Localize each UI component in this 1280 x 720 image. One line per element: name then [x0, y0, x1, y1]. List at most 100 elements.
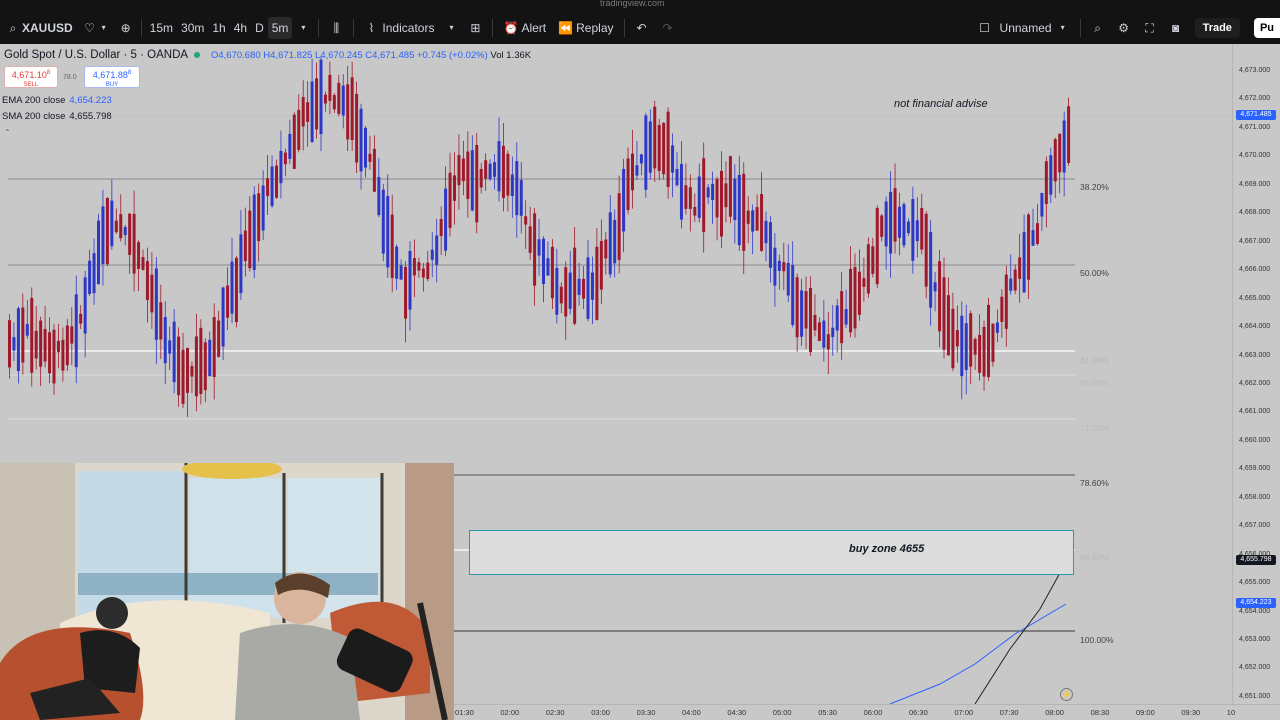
candle-body [283, 152, 287, 165]
candle-body [21, 307, 25, 363]
candle-body [350, 77, 354, 141]
indicators-dropdown[interactable]: ▾ [440, 12, 462, 44]
sma-indicator[interactable]: SMA 200 close 4,655.798 [2, 111, 112, 122]
candle-body [364, 127, 367, 168]
candle-body [217, 320, 221, 357]
candle-body [911, 199, 915, 261]
candle-body [270, 166, 274, 206]
replay-label: Replay [576, 21, 614, 35]
redo-button[interactable]: ↷ [655, 12, 681, 44]
candle-body [751, 210, 755, 232]
compare-button[interactable]: ♡ ▾ [79, 12, 115, 44]
interval-4h[interactable]: 4h [230, 12, 251, 44]
price-scale-label: 4,669.000 [1239, 180, 1271, 188]
candle-body [444, 188, 448, 251]
candle-body [346, 84, 350, 140]
candle-body [777, 260, 781, 271]
candle-body [461, 158, 465, 182]
note-annotation[interactable]: not financial advise [894, 98, 988, 110]
time-scale-label: 03:30 [636, 708, 656, 717]
candle-body [74, 294, 78, 368]
symbol-search[interactable]: ⌕ XAUUSD [0, 12, 79, 44]
candle-body [706, 187, 710, 198]
candle-body [493, 162, 497, 177]
publish-button[interactable]: Pu [1253, 18, 1280, 38]
interval-30m[interactable]: 30m [177, 12, 208, 44]
settings-button[interactable]: ⚙ [1111, 12, 1137, 44]
time-scale-label: 05:30 [818, 708, 837, 717]
candle-body [501, 145, 505, 199]
candle-body [190, 366, 194, 377]
layout-button[interactable]: ☐ Unnamed ▾ [972, 12, 1076, 44]
alert-button[interactable]: ⏰ Alert [497, 12, 552, 44]
bolt-icon[interactable]: ⚡ [1060, 688, 1073, 701]
candle-body [266, 178, 270, 197]
interval-dropdown[interactable]: ▾ [292, 12, 314, 44]
chevron-down-icon: ▾ [1060, 23, 1065, 32]
fib-label-71: 71.00% [1080, 423, 1109, 433]
candle-body [230, 261, 234, 314]
candle-body [408, 250, 412, 310]
ema-indicator[interactable]: EMA 200 close 4,654.223 [2, 95, 112, 106]
price-scale-label: 4,660.000 [1239, 436, 1271, 444]
candle-body [439, 218, 443, 237]
time-scale-label: 02:00 [500, 708, 520, 717]
candle-body [65, 325, 69, 366]
candle-body [857, 271, 861, 315]
replay-button[interactable]: ⏪ Replay [552, 12, 619, 44]
candle-body [902, 204, 906, 246]
indicators-button[interactable]: ⌇ Indicators [358, 12, 440, 44]
candle-body [372, 148, 376, 192]
undo-button[interactable]: ↶ [629, 12, 655, 44]
interval-15m[interactable]: 15m [146, 12, 177, 44]
market-open-dot [194, 52, 201, 58]
candle-body [25, 324, 29, 336]
sell-label: SELL [23, 82, 39, 88]
templates-button[interactable]: ⊞ [462, 12, 488, 44]
sell-button[interactable]: 4,671.108 SELL [4, 66, 58, 88]
candle-body [982, 326, 986, 377]
add-symbol-button[interactable]: ⊕ [115, 12, 137, 44]
interval-5m[interactable]: 5m [267, 17, 293, 39]
candle-body [239, 234, 243, 294]
candle-body [809, 288, 812, 353]
quick-search-button[interactable]: ⌕ [1085, 12, 1111, 44]
candle-body [635, 165, 639, 176]
sma-price-tag: 4,655.798 [1236, 555, 1276, 565]
trade-button[interactable]: Trade [1189, 12, 1246, 44]
interval-d[interactable]: D [251, 12, 268, 44]
candle-body [991, 323, 995, 362]
webcam-overlay [0, 463, 454, 720]
candle-body [528, 226, 532, 253]
candle-body [479, 169, 483, 188]
candle-body [137, 242, 141, 269]
snapshot-button[interactable]: ◙ [1163, 12, 1189, 44]
price-scale-label: 4,668.000 [1239, 209, 1271, 217]
time-scale-label: 06:30 [909, 708, 928, 717]
candle-body [101, 206, 105, 264]
interval-1h[interactable]: 1h [208, 12, 229, 44]
ohlc-values: O4,670.680 H4,671.825 L4,670.245 C4,671.… [211, 50, 531, 61]
undo-icon: ↶ [636, 21, 647, 35]
time-scale-label: 05:00 [772, 708, 792, 717]
legend-title-row[interactable]: Gold Spot / U.S. Dollar · 5 · OANDA [4, 49, 201, 61]
candle-body [862, 278, 866, 287]
candle-body [969, 313, 973, 367]
gear-icon: ⚙ [1118, 21, 1129, 35]
candle-body [390, 214, 394, 278]
candle-body [978, 335, 982, 373]
candle-body [257, 193, 261, 241]
collapse-legend-button[interactable]: ⌃ [4, 128, 11, 137]
time-scale-label: 07:30 [999, 708, 1019, 717]
candle-body [675, 168, 679, 186]
price-scale-label: 4,670.000 [1239, 152, 1271, 160]
candle-body [177, 336, 181, 396]
candle-body [608, 212, 612, 275]
candle-body [915, 220, 919, 242]
buy-button[interactable]: 4,671.888 BUY [84, 66, 140, 88]
fullscreen-button[interactable]: ⛶ [1137, 12, 1163, 44]
buy-zone-rectangle[interactable] [469, 530, 1074, 575]
webcam-image [0, 463, 454, 720]
chart-type-button[interactable]: ⫼ [323, 12, 349, 44]
candle-body [555, 267, 559, 315]
